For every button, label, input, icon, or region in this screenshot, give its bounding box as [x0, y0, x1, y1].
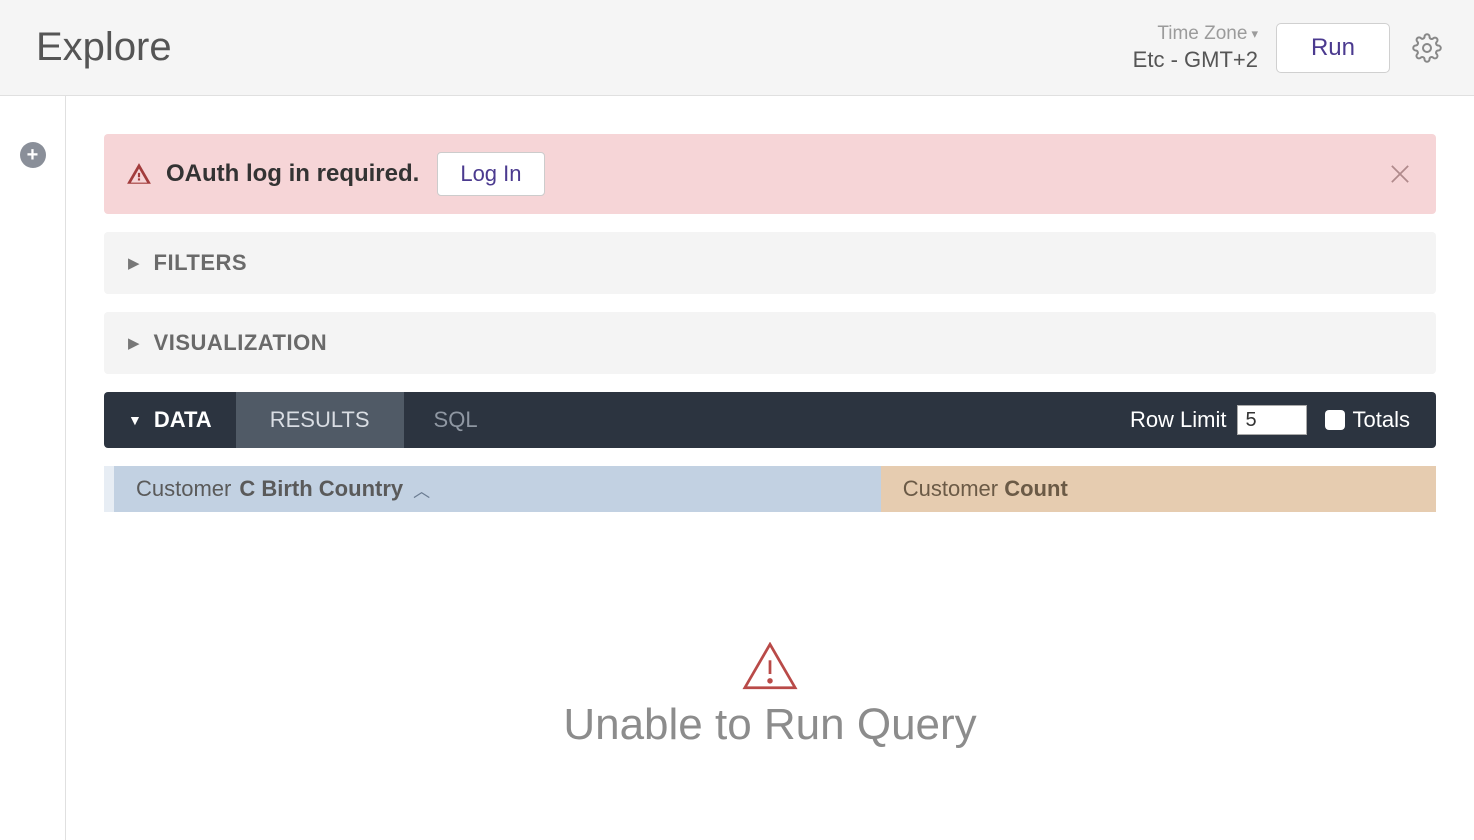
alert-message: OAuth log in required.	[166, 160, 419, 188]
row-limit-input[interactable]	[1237, 405, 1307, 435]
settings-button[interactable]	[1408, 29, 1446, 67]
tab-data[interactable]: ▼ DATA	[104, 392, 236, 448]
measure-prefix: Customer	[903, 476, 998, 501]
filters-label: FILTERS	[154, 250, 248, 276]
totals-control: Totals	[1325, 392, 1436, 448]
close-alert-button[interactable]	[1386, 160, 1414, 188]
warning-icon	[126, 161, 152, 187]
data-section-bar: ▼ DATA RESULTS SQL Row Limit Totals	[104, 392, 1436, 448]
caret-right-icon: ▶	[128, 334, 140, 352]
column-header-measure[interactable]: Customer Count	[881, 466, 1436, 512]
tab-sql[interactable]: SQL	[404, 392, 508, 448]
close-icon	[1386, 160, 1414, 188]
sql-tab-label: SQL	[434, 407, 478, 433]
main-content: OAuth log in required. Log In ▶ FILTERS …	[66, 96, 1474, 840]
error-message: Unable to Run Query	[104, 700, 1436, 750]
sort-asc-icon: ︿	[413, 477, 430, 502]
query-error-state: Unable to Run Query	[104, 642, 1436, 750]
results-tab-label: RESULTS	[270, 407, 370, 433]
dim-prefix: Customer	[136, 476, 231, 502]
row-limit-label: Row Limit	[1130, 407, 1227, 433]
login-button[interactable]: Log In	[437, 152, 544, 196]
header-controls: Time Zone ▾ Etc - GMT+2 Run	[1133, 22, 1446, 73]
caret-down-icon: ▼	[128, 412, 142, 428]
warning-outline-icon	[742, 642, 798, 690]
oauth-alert: OAuth log in required. Log In	[104, 134, 1436, 214]
page-header: Explore Time Zone ▾ Etc - GMT+2 Run	[0, 0, 1474, 96]
row-limit-control: Row Limit	[1130, 392, 1325, 448]
visualization-section-header[interactable]: ▶ VISUALIZATION	[104, 312, 1436, 374]
totals-label: Totals	[1353, 407, 1410, 433]
timezone-value: Etc - GMT+2	[1133, 47, 1258, 72]
gear-icon	[1412, 33, 1442, 63]
chevron-down-icon: ▾	[1251, 26, 1258, 42]
result-column-headers: Customer C Birth Country ︿ Customer Coun…	[104, 466, 1436, 512]
measure-name: Count	[1004, 476, 1068, 501]
column-header-dimension[interactable]: Customer C Birth Country ︿	[114, 466, 881, 512]
tab-results[interactable]: RESULTS	[236, 392, 404, 448]
visualization-label: VISUALIZATION	[154, 330, 328, 356]
timezone-selector[interactable]: Time Zone ▾ Etc - GMT+2	[1133, 22, 1258, 73]
totals-checkbox[interactable]	[1325, 410, 1345, 430]
caret-right-icon: ▶	[128, 254, 140, 272]
plus-icon: +	[27, 145, 39, 165]
add-button[interactable]: +	[20, 142, 46, 168]
filters-section-header[interactable]: ▶ FILTERS	[104, 232, 1436, 294]
run-button[interactable]: Run	[1276, 23, 1390, 73]
data-tab-label: DATA	[154, 407, 212, 433]
left-rail: +	[0, 96, 66, 840]
page-title: Explore	[36, 25, 1133, 70]
dim-name: C Birth Country	[239, 476, 403, 502]
timezone-label: Time Zone	[1157, 22, 1247, 46]
